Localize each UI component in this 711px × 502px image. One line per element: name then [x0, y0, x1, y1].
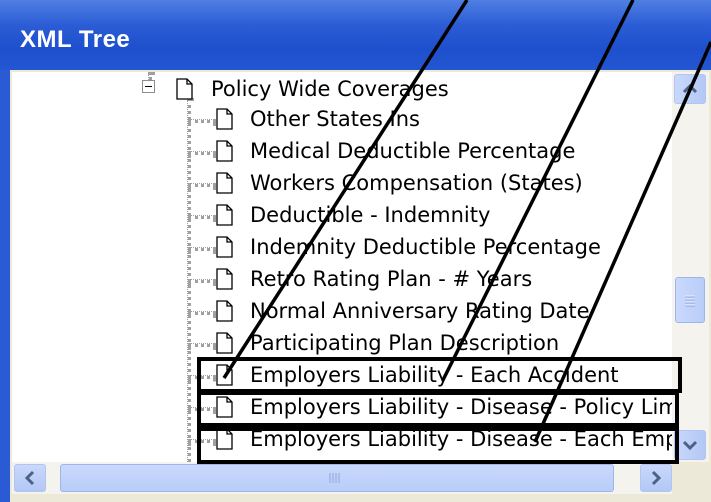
tree-node-label: Retro Rating Plan - # Years: [250, 267, 533, 291]
document-icon: [216, 204, 233, 226]
vertical-scroll-thumb[interactable]: [675, 277, 705, 323]
xml-tree-window: XML Tree Policy Wide Coverages Other Sta…: [0, 0, 711, 502]
document-icon: [216, 428, 233, 450]
tree-branch-line: [188, 183, 216, 187]
tree-node[interactable]: Medical Deductible Percentage: [216, 138, 672, 168]
tree-branch-line: [188, 439, 216, 443]
tree-node[interactable]: Employers Liability - Disease - Each Emp…: [216, 426, 672, 456]
window-frame: [0, 70, 10, 502]
tree-node-label: Medical Deductible Percentage: [250, 139, 576, 163]
tree-node[interactable]: Indemnity Deductible Percentage: [216, 234, 672, 264]
tree-node-label: Participating Plan Description: [250, 331, 560, 355]
tree-branch-line: [188, 247, 216, 251]
tree-node-label: Policy Wide Coverages: [211, 77, 449, 101]
tree-node[interactable]: Employers Liability - Disease - Policy L…: [216, 394, 672, 424]
horizontal-scroll-thumb[interactable]: [60, 464, 614, 492]
document-icon: [216, 172, 233, 194]
scroll-up-button[interactable]: [674, 74, 706, 104]
tree-branch-line: [188, 119, 216, 123]
grip-icon: [685, 295, 695, 307]
tree-node[interactable]: Retro Rating Plan - # Years: [216, 266, 672, 296]
document-icon: [216, 300, 233, 322]
vertical-scrollbar[interactable]: [672, 72, 709, 462]
scroll-down-button[interactable]: [674, 430, 706, 460]
document-icon: [216, 236, 233, 258]
tree-node[interactable]: Deductible - Indemnity: [216, 202, 672, 232]
document-icon: [216, 140, 233, 162]
tree-branch-line: [188, 215, 216, 219]
tree-branch-line: [188, 407, 216, 411]
tree-node-parent[interactable]: Policy Wide Coverages: [176, 76, 476, 106]
tree-branch-line: [188, 151, 216, 155]
tree-branch-line: [188, 279, 216, 283]
tree-node-label: Employers Liability - Each Accident: [250, 363, 619, 387]
window-title: XML Tree: [20, 26, 131, 53]
tree-node[interactable]: Other States Ins: [216, 106, 672, 136]
document-icon: [216, 108, 233, 130]
grip-icon: [329, 473, 340, 483]
tree-node[interactable]: Normal Anniversary Rating Date: [216, 298, 672, 328]
horizontal-scrollbar[interactable]: [12, 462, 672, 494]
document-icon: [216, 364, 233, 386]
tree-node-label: Other States Ins: [250, 107, 420, 131]
tree-node[interactable]: Participating Plan Description: [216, 330, 672, 360]
document-icon: [216, 268, 233, 290]
tree-node[interactable]: Workers Compensation (States): [216, 170, 672, 200]
tree-node-label: Employers Liability - Disease - Policy L…: [250, 395, 672, 419]
tree-node-label: Normal Anniversary Rating Date: [250, 299, 590, 323]
document-icon: [216, 396, 233, 418]
tree-branch-line: [188, 343, 216, 347]
tree-node-label: Employers Liability - Disease - Each Emp…: [250, 427, 672, 451]
scroll-left-button[interactable]: [14, 464, 46, 492]
arrow-right-icon: [651, 470, 662, 486]
arrow-left-icon: [24, 470, 35, 486]
tree-node-label: Deductible - Indemnity: [250, 203, 491, 227]
tree-branch-line: [188, 311, 216, 315]
collapse-toggle-icon[interactable]: [142, 80, 155, 93]
document-icon: [176, 78, 193, 100]
tree-node[interactable]: Employers Liability - Each Accident: [216, 362, 672, 392]
tree-node-label: Workers Compensation (States): [250, 171, 583, 195]
arrow-down-icon: [682, 440, 698, 451]
scroll-right-button[interactable]: [640, 464, 672, 492]
title-bar[interactable]: XML Tree: [0, 0, 711, 70]
document-icon: [216, 332, 233, 354]
arrow-up-icon: [682, 83, 698, 94]
xml-tree-view[interactable]: Policy Wide Coverages Other States Ins Me…: [12, 72, 672, 462]
tree-branch-line: [188, 375, 216, 379]
tree-node-label: Indemnity Deductible Percentage: [250, 235, 601, 259]
